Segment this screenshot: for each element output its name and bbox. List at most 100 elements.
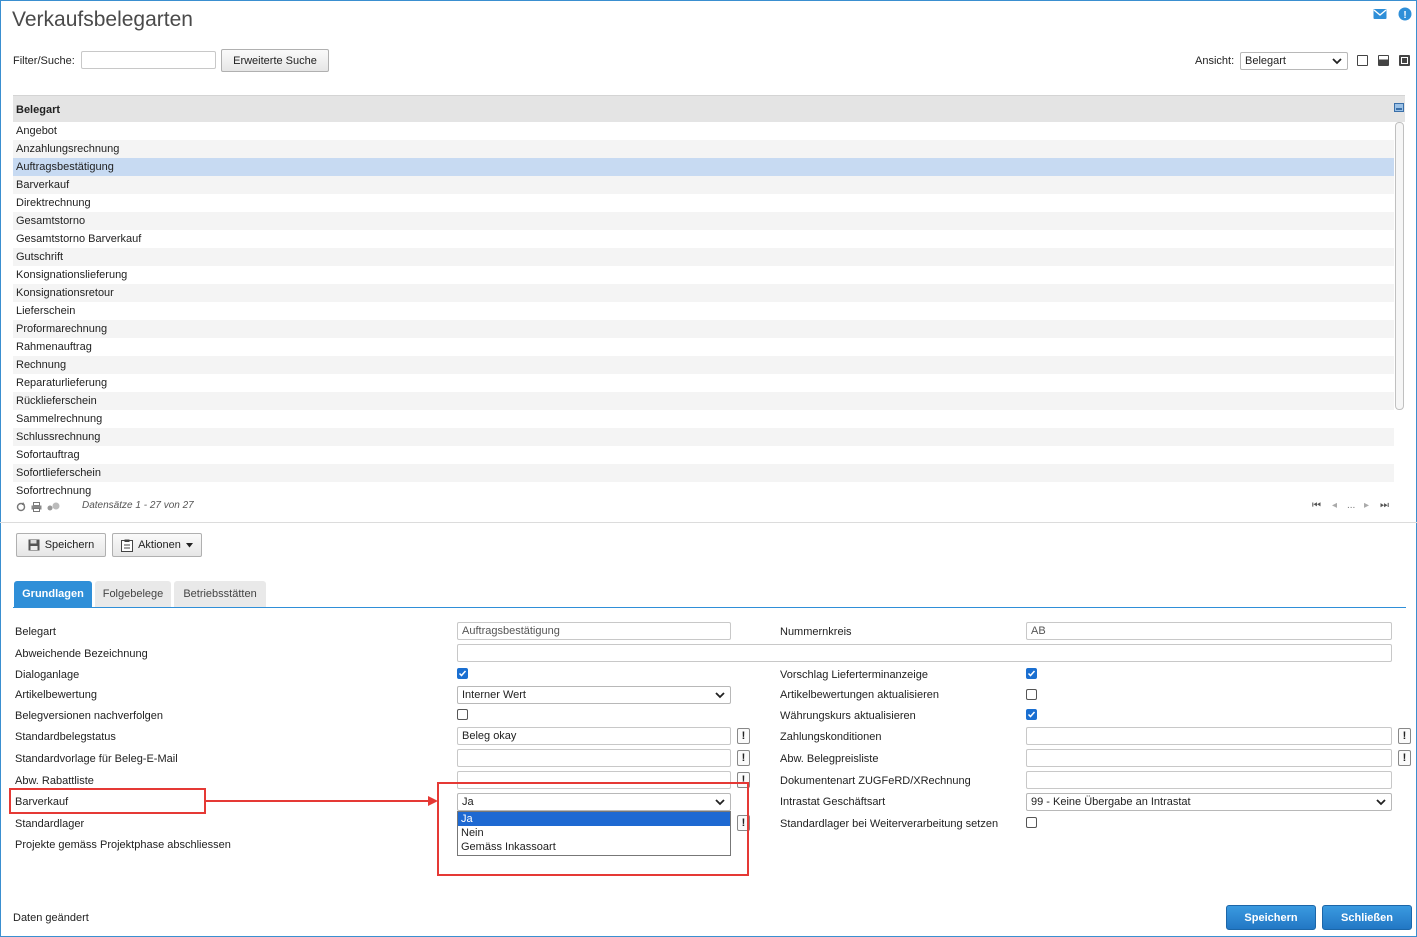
view-select[interactable]: Belegart [1240,52,1348,70]
label-belegart: Belegart [15,626,56,638]
footer-close-button[interactable]: Schließen [1322,905,1412,930]
label-dokumentenart: Dokumentenart ZUGFeRD/XRechnung [780,775,971,787]
pager-last-icon[interactable]: ⏭ [1380,500,1389,511]
table-row[interactable]: Gesamtstorno [13,212,1394,230]
standardvorlage-field[interactable] [457,749,731,767]
export-icon[interactable] [47,502,60,512]
label-artikelbew-akt: Artikelbewertungen aktualisieren [780,689,939,701]
view-label: Ansicht: [1195,55,1235,67]
table-row[interactable]: Schlussrechnung [13,428,1394,446]
waehrungskurs-checkbox[interactable] [1026,709,1037,720]
belegversionen-checkbox[interactable] [457,709,468,720]
abw-belegpreisliste-lookup-button[interactable]: ! [1398,750,1411,766]
table-row[interactable]: Auftragsbestätigung [13,158,1394,176]
standardbelegstatus-field[interactable]: Beleg okay [457,727,731,745]
label-waehrungskurs: Währungskurs aktualisieren [780,710,916,722]
help-icon[interactable]: ! [1398,7,1412,21]
table-row[interactable]: Angebot [13,122,1394,140]
label-zahlungskonditionen: Zahlungskonditionen [780,731,882,743]
zahlungskonditionen-lookup-button[interactable]: ! [1398,728,1411,744]
view-single-icon[interactable] [1357,55,1368,66]
standardlager-weiter-checkbox[interactable] [1026,817,1037,828]
table-row[interactable]: Sofortrechnung [13,482,1394,500]
table-row[interactable]: Rechnung [13,356,1394,374]
table-row[interactable]: Rücklieferschein [13,392,1394,410]
svg-text:!: ! [1403,10,1406,21]
table-row[interactable]: Anzahlungsrechnung [13,140,1394,158]
view-split-icon[interactable] [1378,55,1389,66]
tab-folgebelege[interactable]: Folgebelege [95,581,171,607]
table-row[interactable]: Rahmenauftrag [13,338,1394,356]
table-row[interactable]: Reparaturlieferung [13,374,1394,392]
label-abw-bezeichnung: Abweichende Bezeichnung [15,648,148,660]
toolbar-actions-button[interactable]: Aktionen [112,533,202,557]
column-settings-icon[interactable] [1394,103,1404,112]
toolbar-actions-label: Aktionen [138,539,181,551]
view-select-value: Belegart [1245,55,1286,67]
nummernkreis-field[interactable]: AB [1026,622,1392,640]
checkmark-icon [1027,711,1036,718]
view-full-icon[interactable] [1399,55,1410,66]
artikelbewertung-select[interactable]: Interner Wert [457,686,731,704]
dialoganlage-checkbox[interactable] [457,668,468,679]
intrastat-select[interactable]: 99 - Keine Übergabe an Intrastat [1026,793,1392,811]
toolbar-save-label: Speichern [44,539,95,551]
chevron-down-icon [715,692,725,699]
artikelbewertung-value: Interner Wert [462,689,526,701]
checkmark-icon [1027,670,1036,677]
standardvorlage-lookup-button[interactable]: ! [737,750,750,766]
filter-input[interactable] [81,51,216,69]
table-row[interactable]: Sofortlieferschein [13,464,1394,482]
label-abw-belegpreisliste: Abw. Belegpreisliste [780,753,879,765]
toolbar-save-button[interactable]: Speichern [16,533,106,557]
grid-header-belegart[interactable]: Belegart [13,95,1405,122]
tab-grundlagen[interactable]: Grundlagen [14,581,92,607]
checkmark-icon [458,670,467,677]
record-count: Datensätze 1 - 27 von 27 [82,500,194,511]
pager-first-icon[interactable]: ⏮ [1312,500,1321,511]
table-row[interactable]: Sammelrechnung [13,410,1394,428]
abw-belegpreisliste-field[interactable] [1026,749,1392,767]
mail-icon[interactable] [1373,8,1387,20]
label-standardbelegstatus: Standardbelegstatus [15,731,116,743]
vorschlag-checkbox[interactable] [1026,668,1037,679]
pager-next-icon[interactable]: ▸ [1364,500,1369,511]
caret-down-icon [185,542,193,547]
table-row[interactable]: Lieferschein [13,302,1394,320]
annotation-highlight-dropdown [437,782,749,876]
tab-betriebsstaetten[interactable]: Betriebsstätten [174,581,266,607]
label-intrastat: Intrastat Geschäftsart [780,796,886,808]
label-artikelbewertung: Artikelbewertung [15,689,97,701]
pager-prev-icon[interactable]: ◂ [1332,500,1337,511]
zahlungskonditionen-field[interactable] [1026,727,1392,745]
refresh-icon[interactable] [16,502,26,512]
annotation-arrow-icon [206,796,438,806]
clipboard-icon [121,539,134,552]
artikelbew-akt-checkbox[interactable] [1026,689,1037,700]
divider [0,522,1417,523]
table-row[interactable]: Direktrechnung [13,194,1394,212]
status-text: Daten geändert [13,912,89,924]
extended-search-button[interactable]: Erweiterte Suche [221,49,329,72]
abw-bezeichnung-field[interactable] [457,644,1392,662]
label-standardvorlage: Standardvorlage für Beleg-E-Mail [15,753,178,765]
belegart-field[interactable]: Auftragsbestätigung [457,622,731,640]
table-row[interactable]: Sofortauftrag [13,446,1394,464]
table-row[interactable]: Gutschrift [13,248,1394,266]
table-row[interactable]: Gesamtstorno Barverkauf [13,230,1394,248]
label-belegversionen: Belegversionen nachverfolgen [15,710,163,722]
table-row[interactable]: Barverkauf [13,176,1394,194]
pager-ellipsis: ... [1347,500,1356,511]
standardbelegstatus-lookup-button[interactable]: ! [737,728,750,744]
dokumentenart-field[interactable] [1026,771,1392,789]
table-row[interactable]: Konsignationsretour [13,284,1394,302]
grid-scrollbar[interactable] [1395,122,1404,410]
table-row[interactable]: Proformarechnung [13,320,1394,338]
footer-save-button[interactable]: Speichern [1226,905,1316,930]
chevron-down-icon [1332,58,1342,65]
table-row[interactable]: Konsignationslieferung [13,266,1394,284]
print-icon[interactable] [31,502,42,512]
tab-underline [13,607,1406,608]
label-vorschlag: Vorschlag Lieferterminanzeige [780,669,928,681]
label-standardlager: Standardlager [15,818,85,830]
